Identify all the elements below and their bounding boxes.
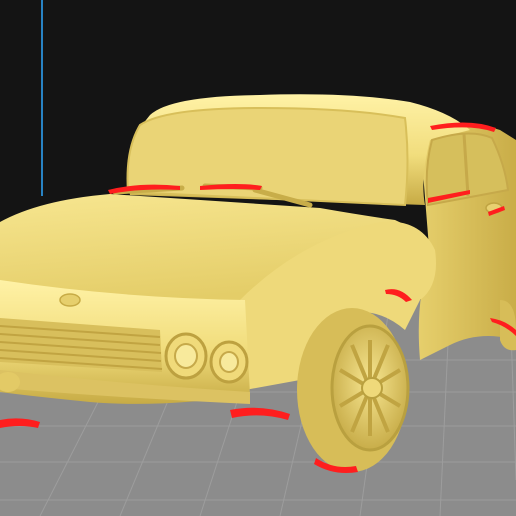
viewport-canvas[interactable] — [0, 0, 516, 516]
slicer-3d-viewport[interactable] — [0, 0, 516, 516]
hood-emblem — [59, 293, 81, 307]
